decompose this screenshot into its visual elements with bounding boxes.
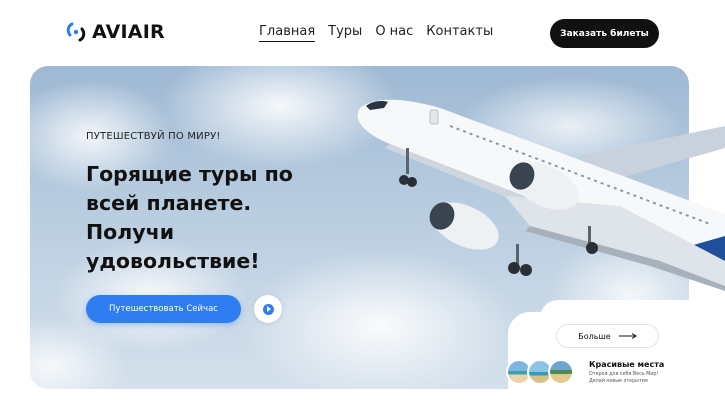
play-icon [262,303,274,315]
nav-item-contacts[interactable]: Контакты [426,24,493,42]
places-thumbnails [506,359,574,385]
main-nav: Главная Туры О нас Контакты [259,24,493,42]
order-tickets-button[interactable]: Заказать билеты [550,19,659,48]
airplane-image [357,99,725,291]
travel-now-button[interactable]: Путешествовать Сейчас [86,295,241,323]
hero-tagline: ПУТЕШЕСТВУЙ ПО МИРУ! [86,131,221,142]
logo-icon [66,22,86,42]
places-description: Открой для себя Весь Мир! Делай новые от… [589,372,659,384]
more-button[interactable]: Больше [556,324,659,348]
more-label: Больше [578,331,611,341]
nav-item-tours[interactable]: Туры [328,24,362,42]
hero-headline: Горящие туры по всей планете. Получи удо… [86,162,293,273]
place-thumbnail[interactable] [548,359,574,385]
nav-item-about[interactable]: О нас [375,24,413,42]
logo[interactable]: AVIAIR [66,21,165,43]
arrow-right-icon [618,333,637,339]
brand-name: AVIAIR [92,21,165,43]
site-header: AVIAIR Главная Туры О нас Контакты Заказ… [0,0,725,66]
nav-item-home[interactable]: Главная [259,24,316,42]
places-title: Красивые места [589,360,665,369]
play-video-button[interactable] [254,295,282,323]
